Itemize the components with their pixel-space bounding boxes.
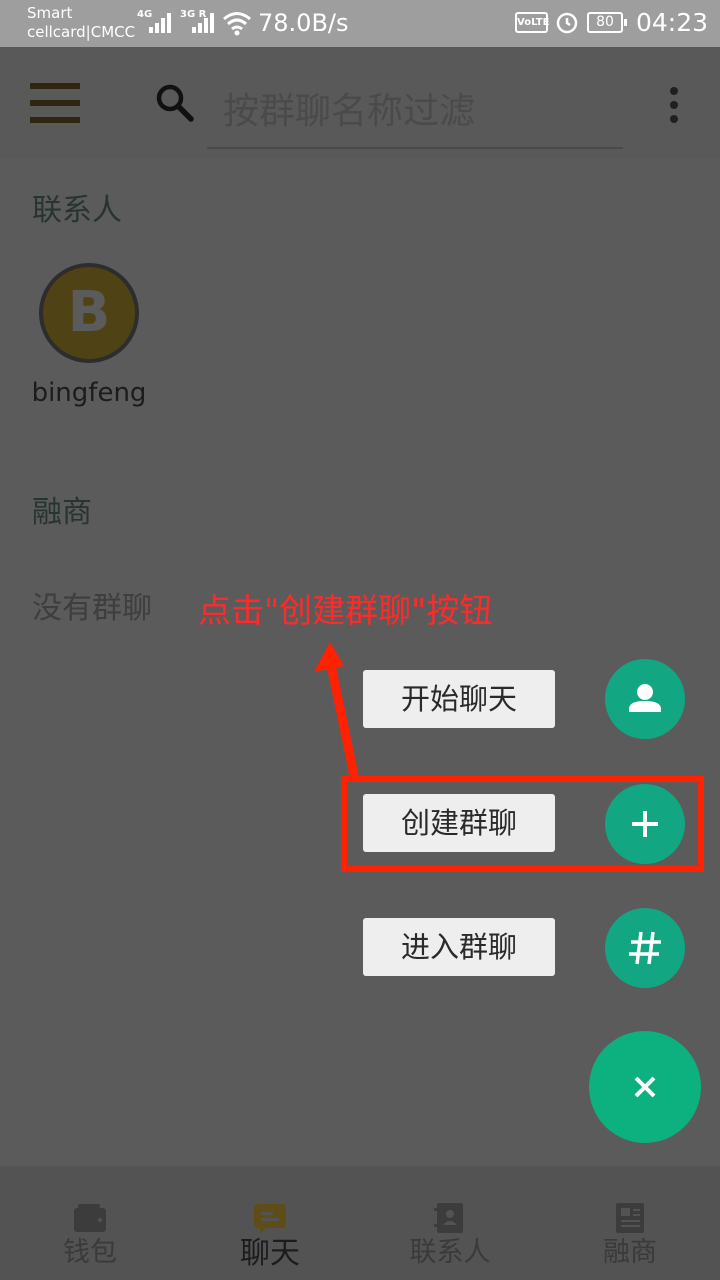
status-bar: Smart cellcard|CMCC 4G 3G R 78.0B/s VoLT… (0, 0, 720, 47)
avatar: B (39, 263, 139, 363)
top-app-bar (0, 47, 720, 158)
join-group-button[interactable] (605, 908, 685, 988)
nav-item-chat[interactable]: 聊天 (180, 1166, 360, 1280)
carrier-info: Smart cellcard|CMCC (27, 4, 135, 42)
wifi-icon (223, 12, 251, 36)
search-icon[interactable] (155, 83, 195, 123)
carrier-name-secondary: cellcard|CMCC (27, 23, 136, 41)
close-fab-menu-button[interactable] (589, 1031, 701, 1143)
contacts-section-title: 联系人 (32, 193, 122, 228)
carrier-name: Smart (27, 4, 73, 22)
volte-badge: VoLTE (515, 12, 549, 33)
start-chat-label[interactable]: 开始聊天 (363, 670, 555, 728)
battery-indicator: 80 (587, 12, 627, 33)
hash-icon (629, 931, 661, 965)
more-options-icon[interactable] (664, 87, 684, 123)
signal-icon-2 (192, 13, 216, 33)
close-icon (634, 1076, 656, 1098)
bottom-navigation: 钱包 聊天 联系人 融商 (0, 1166, 720, 1280)
start-chat-button[interactable] (605, 659, 685, 739)
annotation-highlight-box (341, 776, 704, 872)
join-group-label[interactable]: 进入群聊 (363, 918, 555, 976)
person-icon (629, 684, 661, 712)
nav-item-contacts[interactable]: 联系人 (360, 1166, 540, 1280)
alarm-icon (556, 12, 578, 34)
nav-label-wallet: 钱包 (63, 1237, 117, 1268)
empty-groups-text: 没有群聊 (32, 591, 152, 626)
contact-name: bingfeng (31, 378, 147, 408)
annotation-hint: 点击"创建群聊"按钮 (198, 591, 493, 630)
nav-label-chat: 聊天 (240, 1236, 300, 1271)
group-filter-input[interactable] (207, 75, 623, 149)
nav-item-wallet[interactable]: 钱包 (0, 1166, 180, 1280)
signal-icon (149, 13, 173, 33)
hamburger-menu-icon[interactable] (30, 83, 80, 123)
nav-label-business: 融商 (603, 1237, 657, 1268)
groups-section-title: 融商 (32, 495, 92, 530)
network-speed: 78.0B/s (258, 9, 349, 37)
annotation-arrow-icon (314, 642, 360, 781)
status-time: 04:23 (636, 8, 709, 37)
nav-label-contacts: 联系人 (409, 1237, 491, 1268)
nav-item-business[interactable]: 融商 (540, 1166, 720, 1280)
